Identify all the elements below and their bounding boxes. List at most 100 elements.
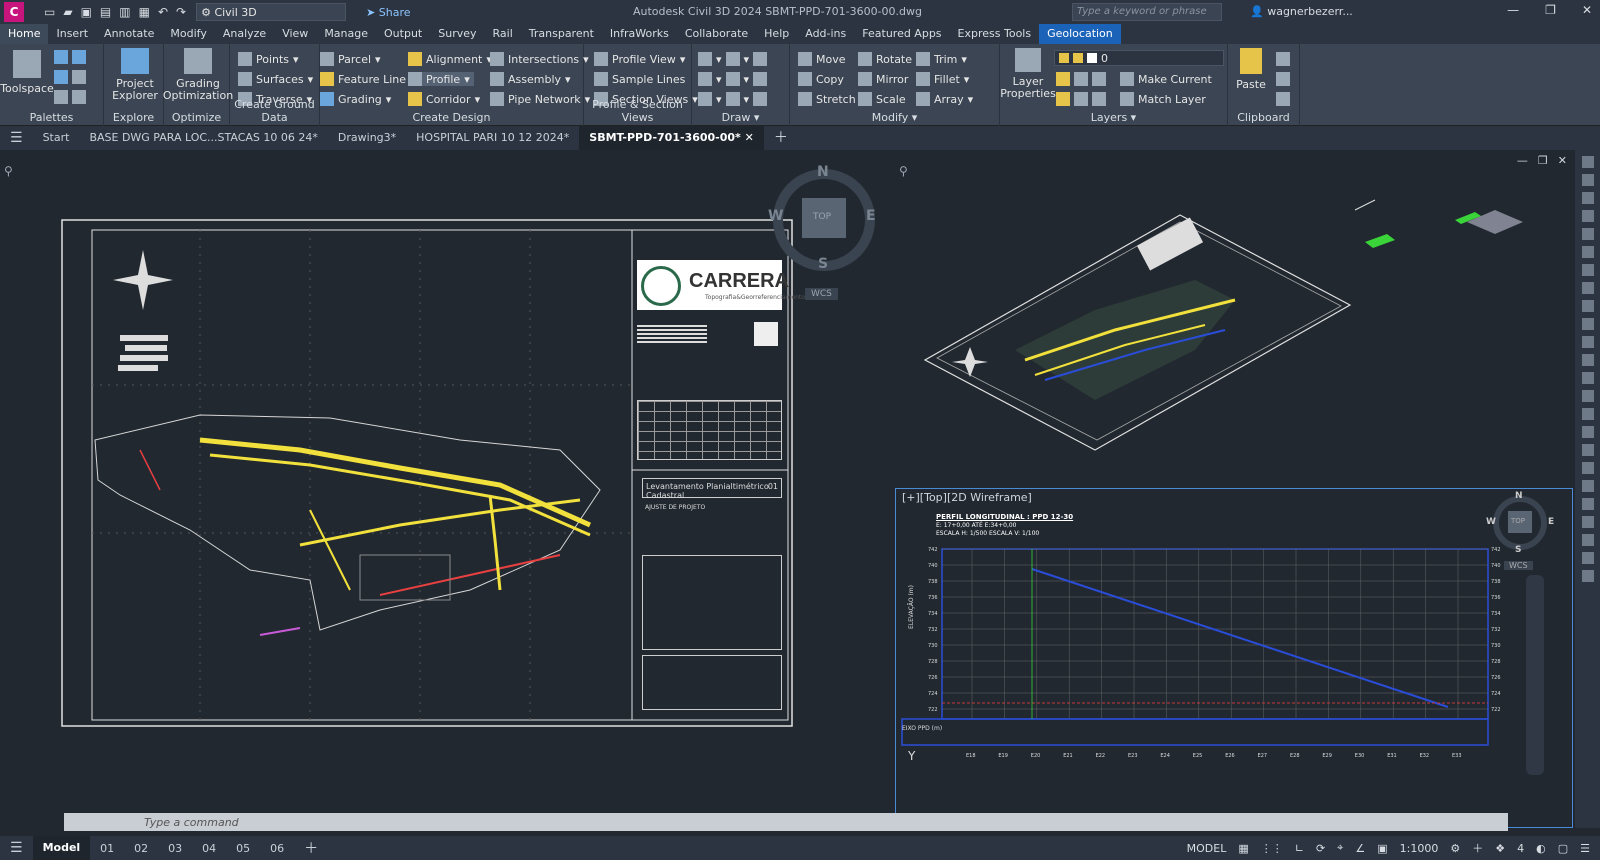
viewport-layout[interactable]: N E S W TOP WCS CARRERA Topografia&Georr… [0, 150, 893, 828]
file-tab-drawing3[interactable]: Drawing3* [328, 126, 406, 150]
sample-lines-button[interactable]: Sample Lines [594, 72, 685, 86]
mirror-button[interactable]: Mirror [858, 72, 908, 86]
panel-title-palettes[interactable]: Palettes [0, 111, 103, 124]
new-tab-icon[interactable]: ＋ [764, 126, 798, 150]
tool-icon-20[interactable] [1581, 498, 1594, 510]
print-icon[interactable]: ▦ [139, 5, 150, 19]
tool-icon-19[interactable] [1581, 480, 1594, 492]
paste-button[interactable]: Paste [1234, 48, 1268, 91]
wcs-menu-2[interactable]: WCS [1504, 561, 1533, 570]
search-input[interactable]: Type a keyword or phrase [1072, 3, 1222, 21]
layer-tools-icon-2[interactable] [1056, 92, 1106, 106]
tool-icon-11[interactable] [1581, 336, 1594, 348]
tab-view[interactable]: View [274, 24, 316, 44]
ortho-icon[interactable]: ∟ [1295, 842, 1304, 855]
tool-icon-2[interactable] [1581, 174, 1594, 186]
tab-output[interactable]: Output [376, 24, 430, 44]
file-tab-sbmt[interactable]: SBMT-PPD-701-3600-00* ✕ [579, 126, 764, 150]
save-icon[interactable]: ▣ [81, 5, 92, 19]
palette-grid-icon-3[interactable] [54, 90, 86, 104]
layer-properties-button[interactable]: Layer Properties [1000, 48, 1056, 100]
tab-home[interactable]: Home [0, 24, 49, 44]
palette-grid-icon[interactable] [54, 50, 86, 64]
layout-tab-05[interactable]: 05 [226, 842, 260, 855]
corridor-button[interactable]: Corridor ▾ [408, 92, 480, 106]
tool-icon-22[interactable] [1581, 534, 1594, 546]
workspace-select[interactable]: ⚙ Civil 3D [196, 3, 347, 21]
tool-icon-4[interactable] [1581, 210, 1594, 222]
tab-modify[interactable]: Modify [162, 24, 214, 44]
tool-icon-24[interactable] [1581, 570, 1594, 582]
match-prop-icon[interactable] [1276, 92, 1290, 106]
tool-icon-16[interactable] [1581, 426, 1594, 438]
close-icon[interactable]: ✕ [1582, 3, 1592, 17]
tab-analyze[interactable]: Analyze [215, 24, 274, 44]
alignment-button[interactable]: Alignment ▾ [408, 52, 492, 66]
annotation-scale[interactable]: 1:1000 [1400, 842, 1439, 855]
vp-maximize-icon[interactable]: ❐ [1538, 154, 1548, 167]
line-icon[interactable]: ▾ ▾ [698, 52, 768, 66]
vp-close-icon[interactable]: ✕ [1558, 154, 1567, 167]
command-input[interactable]: Type a command [64, 813, 1508, 831]
pipe-network-button[interactable]: Pipe Network ▾ [490, 92, 590, 106]
array-button[interactable]: Array ▾ [916, 92, 973, 106]
minimize-icon[interactable]: — [1507, 3, 1519, 17]
tool-icon-23[interactable] [1581, 552, 1594, 564]
feature-line-button[interactable]: Feature Line ▾ [320, 72, 416, 86]
open-icon[interactable]: ▰ [63, 5, 72, 19]
tab-manage[interactable]: Manage [316, 24, 376, 44]
tab-insert[interactable]: Insert [48, 24, 96, 44]
parcel-button[interactable]: Parcel ▾ [320, 52, 381, 66]
tab-addins[interactable]: Add-ins [797, 24, 854, 44]
snap-icon[interactable]: ⋮⋮ [1261, 842, 1283, 855]
tool-icon-6[interactable] [1581, 246, 1594, 258]
tool-icon-8[interactable] [1581, 282, 1594, 294]
copy-button[interactable]: Copy [798, 72, 844, 86]
file-tab-base-dwg[interactable]: BASE DWG PARA LOC...STACAS 10 06 24* [79, 126, 327, 150]
profile-button[interactable]: Profile ▾ [408, 72, 474, 86]
profile-view-button[interactable]: Profile View ▾ [594, 52, 685, 66]
grid-icon[interactable]: ▦ [1238, 842, 1248, 855]
tab-collaborate[interactable]: Collaborate [677, 24, 756, 44]
settings-gear-icon[interactable]: ⚙ [1450, 842, 1460, 855]
panel-title-ground[interactable]: Create Ground Data [230, 98, 319, 124]
copy-clip-icon[interactable] [1276, 72, 1290, 86]
fillet-button[interactable]: Fillet ▾ [916, 72, 969, 86]
tool-icon-15[interactable] [1581, 408, 1594, 420]
tool-icon-17[interactable] [1581, 444, 1594, 456]
app-logo[interactable]: C [4, 2, 24, 22]
tool-icon-1[interactable] [1581, 156, 1594, 168]
layout-tab-03[interactable]: 03 [158, 842, 192, 855]
layer-tools-icon[interactable] [1056, 72, 1106, 86]
model-space-button[interactable]: MODEL [1187, 842, 1227, 855]
match-layer-button[interactable]: Match Layer [1120, 92, 1206, 106]
wcs-menu[interactable]: WCS [805, 288, 838, 300]
tab-survey[interactable]: Survey [430, 24, 484, 44]
layout-tab-06[interactable]: 06 [260, 842, 294, 855]
share-button[interactable]: ➤ Share [366, 6, 410, 19]
annotation-icon[interactable]: ▣ [1377, 842, 1387, 855]
circle-icon[interactable]: ▾ ▾ [698, 72, 768, 86]
file-tab-hospital[interactable]: HOSPITAL PARI 10 12 2024* [406, 126, 579, 150]
workspace-icon[interactable]: ❖ [1495, 842, 1505, 855]
arc-icon[interactable]: ▾ ▾ [698, 92, 768, 106]
tool-icon-3[interactable] [1581, 192, 1594, 204]
tool-icon-18[interactable] [1581, 462, 1594, 474]
tab-annotate[interactable]: Annotate [96, 24, 162, 44]
surfaces-button[interactable]: Surfaces ▾ [238, 72, 313, 86]
layout-tab-01[interactable]: 01 [90, 842, 124, 855]
tool-icon-10[interactable] [1581, 318, 1594, 330]
ucs-icon[interactable]: ⚲ [4, 164, 13, 178]
move-button[interactable]: Move [798, 52, 846, 66]
panel-title-layers[interactable]: Layers ▾ [1000, 111, 1227, 124]
tool-icon-9[interactable] [1581, 300, 1594, 312]
trim-button[interactable]: Trim ▾ [916, 52, 967, 66]
grading-optimization-button[interactable]: Grading Optimization [163, 48, 233, 102]
osnap-icon[interactable]: ⌖ [1337, 841, 1343, 855]
tab-featured-apps[interactable]: Featured Apps [854, 24, 949, 44]
tab-geolocation[interactable]: Geolocation [1039, 24, 1121, 44]
tab-infraworks[interactable]: InfraWorks [602, 24, 677, 44]
project-explorer-button[interactable]: Project Explorer [112, 48, 158, 102]
layout-tab-04[interactable]: 04 [192, 842, 226, 855]
plot-icon[interactable]: ▥ [119, 5, 130, 19]
